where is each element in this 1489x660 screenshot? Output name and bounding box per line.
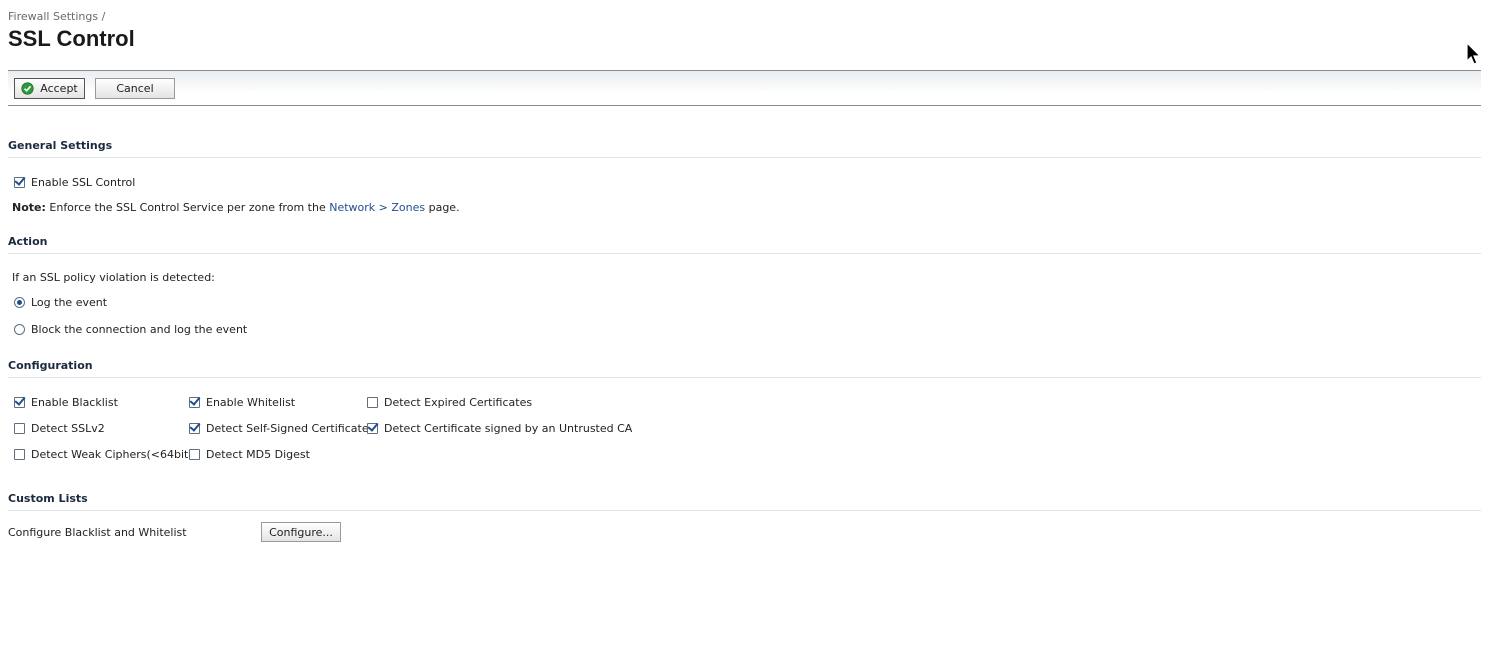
detect-md5-digest[interactable]: Detect MD5 Digest: [189, 448, 310, 461]
mouse-cursor-icon: [1466, 42, 1482, 65]
detect-expired-certificates[interactable]: Detect Expired Certificates: [367, 396, 532, 409]
detect-untrusted-ca-label: Detect Certificate signed by an Untruste…: [384, 422, 633, 435]
detect-untrusted-ca-checkbox[interactable]: [367, 423, 378, 434]
enable-whitelist-label: Enable Whitelist: [206, 396, 296, 409]
check-circle-icon: [21, 82, 34, 95]
enable-whitelist[interactable]: Enable Whitelist: [189, 396, 295, 409]
enable-blacklist-label: Enable Blacklist: [31, 396, 118, 409]
enable-ssl-control-checkbox[interactable]: [14, 177, 25, 188]
detect-expired-certificates-label: Detect Expired Certificates: [384, 396, 533, 409]
detect-sslv2[interactable]: Detect SSLv2: [14, 422, 105, 435]
detect-weak-ciphers-label: Detect Weak Ciphers(<64bits): [31, 448, 199, 461]
radio-block-connection[interactable]: Block the connection and log the event: [14, 323, 247, 336]
detect-weak-ciphers[interactable]: Detect Weak Ciphers(<64bits): [14, 448, 198, 461]
section-title-action: Action: [8, 235, 1481, 254]
detect-expired-certificates-checkbox[interactable]: [367, 397, 378, 408]
section-title-custom-lists: Custom Lists: [8, 492, 1481, 511]
configure-button[interactable]: Configure...: [261, 522, 341, 542]
detect-md5-digest-checkbox[interactable]: [189, 449, 200, 460]
enable-whitelist-checkbox[interactable]: [189, 397, 200, 408]
enable-blacklist-checkbox[interactable]: [14, 397, 25, 408]
breadcrumb[interactable]: Firewall Settings /: [8, 10, 105, 23]
radio-log-event[interactable]: Log the event: [14, 296, 107, 309]
configure-label: Configure...: [269, 525, 333, 539]
radio-block-connection-button[interactable]: [14, 324, 25, 335]
radio-log-event-button[interactable]: [14, 297, 25, 308]
page-title: SSL Control: [8, 26, 135, 51]
detect-sslv2-checkbox[interactable]: [14, 423, 25, 434]
detect-sslv2-label: Detect SSLv2: [31, 422, 105, 435]
note-suffix: page.: [428, 201, 460, 214]
note: Note: Enforce the SSL Control Service pe…: [12, 201, 460, 214]
cancel-label: Cancel: [116, 82, 154, 95]
section-title-configuration: Configuration: [8, 359, 1481, 378]
custom-lists-label: Configure Blacklist and Whitelist: [8, 526, 187, 539]
action-prompt: If an SSL policy violation is detected:: [12, 271, 215, 284]
detect-self-signed-certificates-checkbox[interactable]: [189, 423, 200, 434]
enable-blacklist[interactable]: Enable Blacklist: [14, 396, 118, 409]
detect-self-signed-certificates-label: Detect Self-Signed Certificates: [206, 422, 375, 435]
detect-weak-ciphers-checkbox[interactable]: [14, 449, 25, 460]
toolbar: Accept Cancel: [8, 70, 1481, 106]
enable-ssl-control[interactable]: Enable SSL Control: [14, 176, 135, 189]
detect-md5-digest-label: Detect MD5 Digest: [206, 448, 310, 461]
detect-untrusted-ca[interactable]: Detect Certificate signed by an Untruste…: [367, 422, 632, 435]
detect-self-signed-certificates[interactable]: Detect Self-Signed Certificates: [189, 422, 374, 435]
network-zones-link[interactable]: Network > Zones: [329, 201, 425, 214]
cancel-button[interactable]: Cancel: [95, 78, 175, 99]
radio-block-connection-label: Block the connection and log the event: [31, 323, 248, 336]
enable-ssl-control-label: Enable SSL Control: [31, 176, 136, 189]
note-label: Note:: [12, 201, 46, 214]
radio-log-event-label: Log the event: [31, 296, 108, 309]
note-text: Enforce the SSL Control Service per zone…: [49, 201, 326, 214]
accept-button[interactable]: Accept: [14, 78, 85, 99]
section-title-general: General Settings: [8, 139, 1481, 158]
accept-label: Accept: [40, 82, 78, 95]
